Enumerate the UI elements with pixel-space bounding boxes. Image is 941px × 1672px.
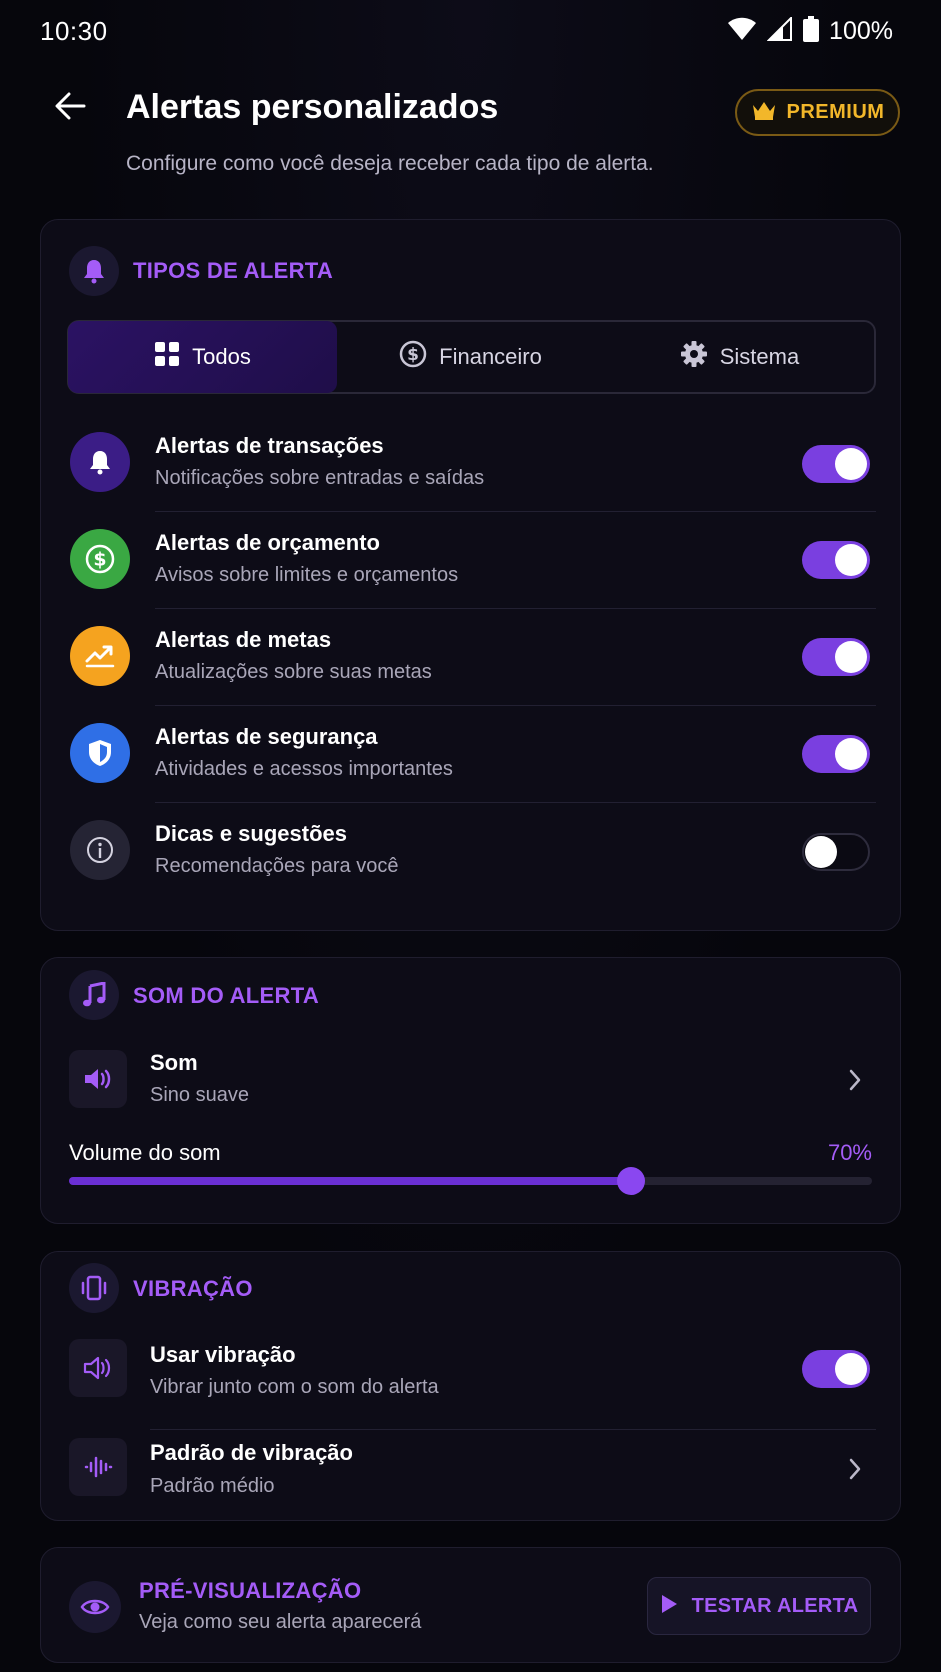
premium-label: PREMIUM — [786, 101, 885, 123]
toggle-security[interactable] — [802, 735, 870, 773]
eye-icon — [69, 1581, 121, 1633]
alerts-settings-screen: 10:30 100% Alertas personalizados Config… — [0, 0, 941, 1672]
alert-row-goals: Alertas de metas Atualizações sobre suas… — [41, 610, 902, 706]
sound-label: Som — [150, 1050, 198, 1075]
preview-subtitle: Veja como seu alerta aparecerá — [139, 1611, 422, 1633]
speaker-icon — [69, 1050, 127, 1108]
tab-todos[interactable]: Todos — [68, 321, 337, 393]
toggle-knob — [835, 448, 867, 480]
chevron-right-icon[interactable] — [840, 1065, 870, 1095]
sound-value: Sino suave — [150, 1084, 249, 1106]
divider — [155, 608, 876, 609]
waveform-icon — [69, 1438, 127, 1496]
alert-types-card: TIPOS DE ALERTA Todos $ Financeiro Siste… — [40, 219, 901, 931]
phone-vibrate-icon — [69, 1263, 119, 1313]
test-alert-label: TESTAR ALERTA — [691, 1594, 859, 1617]
battery-icon — [803, 16, 820, 47]
back-button[interactable] — [48, 86, 92, 130]
row-title: Alertas de orçamento — [155, 530, 380, 555]
alert-type-tabs: Todos $ Financeiro Sistema — [67, 320, 876, 394]
shield-icon — [70, 723, 130, 783]
toggle-knob — [835, 1353, 867, 1385]
grid-icon — [154, 341, 180, 373]
arrow-left-icon — [54, 92, 86, 125]
toggle-transactions[interactable] — [802, 445, 870, 483]
sound-row[interactable]: Som Sino suave — [41, 1040, 902, 1120]
speaker-icon — [69, 1339, 127, 1397]
page-subtitle: Configure como você deseja receber cada … — [126, 152, 654, 175]
tab-label: Sistema — [719, 344, 800, 369]
page-title: Alertas personalizados — [126, 88, 499, 126]
row-subtitle: Recomendações para você — [155, 855, 399, 877]
gear-icon — [680, 340, 708, 374]
alert-row-tips: Dicas e sugestões Recomendações para voc… — [41, 804, 902, 900]
toggle-budget[interactable] — [802, 541, 870, 579]
row-subtitle: Avisos sobre limites e orçamentos — [155, 564, 459, 586]
use-vibration-subtitle: Vibrar junto com o som do alerta — [150, 1376, 439, 1398]
section-title-alert-types: TIPOS DE ALERTA — [133, 258, 334, 283]
divider — [155, 705, 876, 706]
use-vibration-row: Usar vibração Vibrar junto com o som do … — [41, 1332, 902, 1430]
row-title: Alertas de transações — [155, 433, 384, 458]
toggle-knob — [835, 641, 867, 673]
row-subtitle: Atividades e acessos importantes — [155, 758, 453, 780]
volume-label: Volume do som — [69, 1140, 221, 1165]
toggle-knob — [805, 836, 837, 868]
row-title: Alertas de metas — [155, 627, 332, 652]
section-title-sound: SOM DO ALERTA — [133, 983, 320, 1008]
vibration-card: VIBRAÇÃO Usar vibração Vibrar junto com … — [40, 1251, 901, 1521]
divider — [155, 802, 876, 803]
sound-card: SOM DO ALERTA Som Sino suave Volume do s… — [40, 957, 901, 1224]
status-icons: 100% — [727, 15, 893, 47]
row-title: Dicas e sugestões — [155, 821, 347, 846]
vibration-pattern-value: Padrão médio — [150, 1475, 275, 1497]
toggle-knob — [835, 544, 867, 576]
info-icon — [70, 820, 130, 880]
tab-financeiro[interactable]: $ Financeiro — [336, 322, 605, 392]
vibration-pattern-row[interactable]: Padrão de vibração Padrão médio — [41, 1432, 902, 1512]
crown-icon — [751, 100, 777, 125]
preview-card: PRÉ-VISUALIZAÇÃO Veja como seu alerta ap… — [40, 1547, 901, 1663]
premium-badge[interactable]: PREMIUM — [735, 89, 900, 136]
alert-row-budget: $ Alertas de orçamento Avisos sobre limi… — [41, 513, 902, 609]
chevron-right-icon[interactable] — [840, 1454, 870, 1484]
test-alert-button[interactable]: TESTAR ALERTA — [647, 1577, 871, 1635]
alert-row-security: Alertas de segurança Atividades e acesso… — [41, 707, 902, 803]
section-title-preview: PRÉ-VISUALIZAÇÃO — [139, 1578, 362, 1603]
row-title: Alertas de segurança — [155, 724, 378, 749]
tab-label: Todos — [192, 344, 251, 369]
dollar-circle-icon: $ — [70, 529, 130, 589]
volume-value: 70% — [827, 1140, 872, 1165]
wifi-icon — [727, 17, 757, 46]
play-icon — [660, 1594, 678, 1619]
toggle-tips[interactable] — [802, 833, 870, 871]
trending-up-icon — [70, 626, 130, 686]
music-note-icon — [69, 970, 119, 1020]
volume-slider[interactable] — [69, 1167, 872, 1195]
use-vibration-label: Usar vibração — [150, 1342, 296, 1367]
toggle-goals[interactable] — [802, 638, 870, 676]
volume-slider-thumb[interactable] — [617, 1167, 646, 1195]
alert-row-transactions: Alertas de transações Notificações sobre… — [41, 416, 902, 512]
svg-text:$: $ — [407, 345, 419, 365]
toggle-vibration[interactable] — [802, 1350, 870, 1388]
volume-slider-fill — [69, 1177, 632, 1185]
svg-text:$: $ — [93, 549, 106, 571]
dollar-circle-icon: $ — [399, 340, 427, 374]
vibration-pattern-label: Padrão de vibração — [150, 1440, 353, 1465]
bell-icon — [70, 432, 130, 492]
divider — [150, 1429, 876, 1430]
bell-icon — [69, 246, 119, 296]
toggle-knob — [835, 738, 867, 770]
section-title-vibration: VIBRAÇÃO — [133, 1276, 253, 1301]
status-bar: 10:30 100% — [0, 0, 941, 62]
row-subtitle: Notificações sobre entradas e saídas — [155, 467, 485, 489]
tab-label: Financeiro — [439, 344, 542, 369]
signal-icon — [766, 15, 793, 46]
row-subtitle: Atualizações sobre suas metas — [155, 661, 432, 683]
divider — [155, 511, 876, 512]
status-time: 10:30 — [40, 16, 108, 46]
battery-percentage: 100% — [829, 17, 893, 45]
tab-sistema[interactable]: Sistema — [605, 322, 874, 392]
